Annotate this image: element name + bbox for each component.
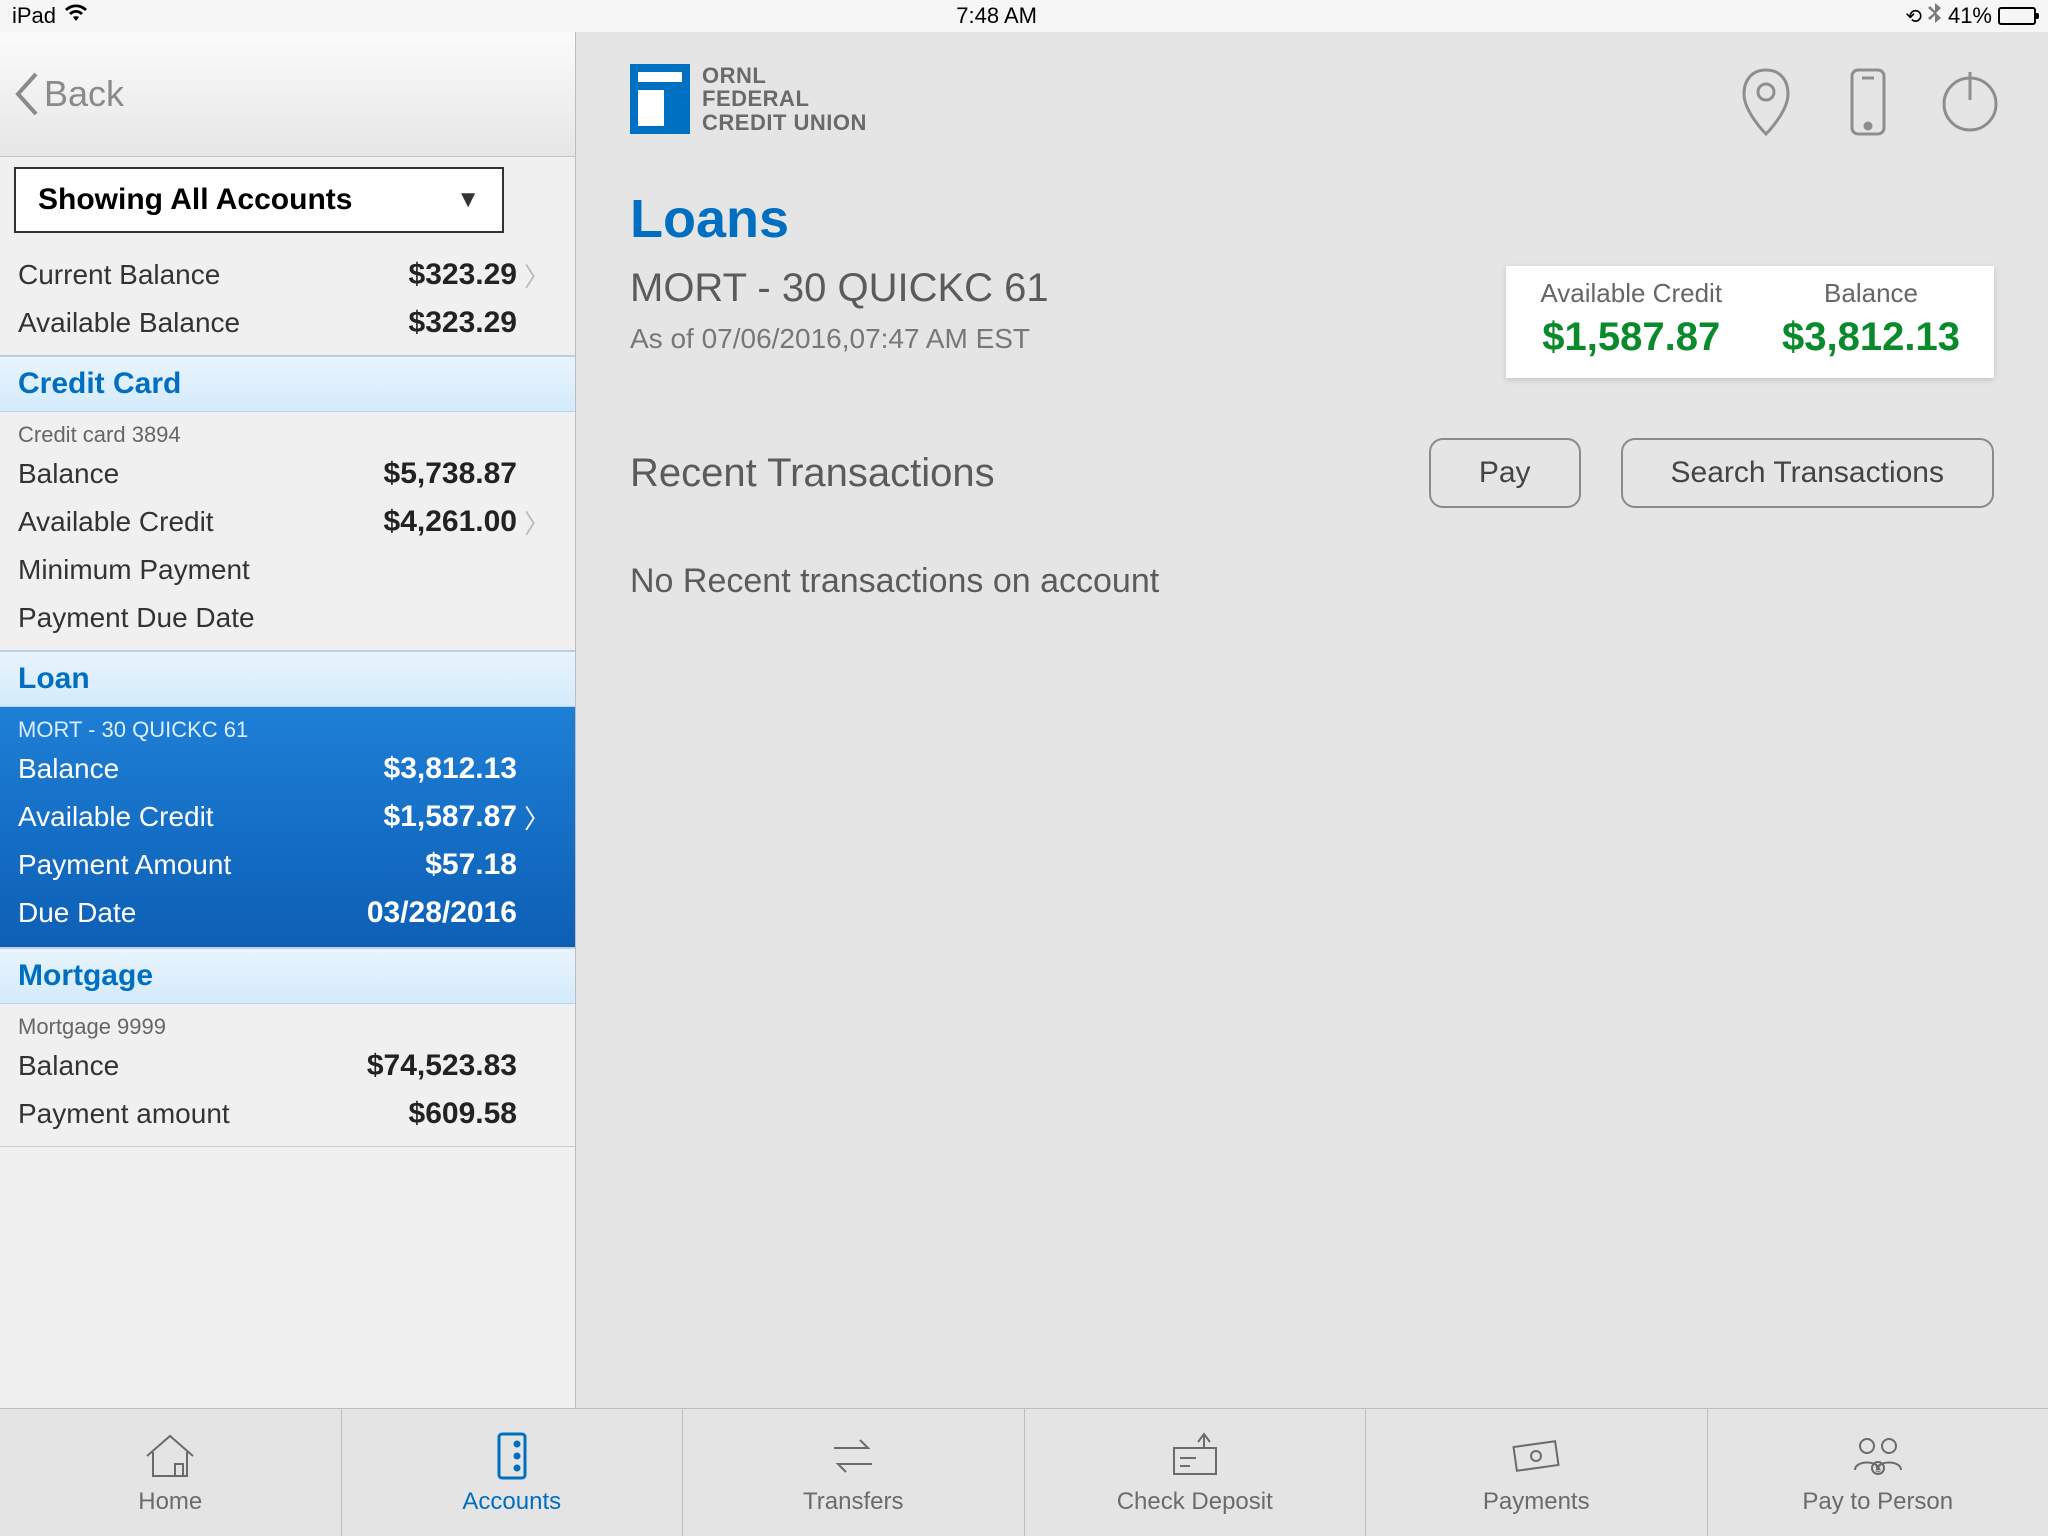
battery-percent: 41% bbox=[1948, 3, 1992, 29]
row-value: $323.29 bbox=[317, 306, 517, 340]
bottom-tab-bar: Home Accounts Transfers Check Deposit Pa… bbox=[0, 1408, 2048, 1536]
row-value: $4,261.00 bbox=[317, 505, 517, 539]
power-icon[interactable] bbox=[1942, 66, 1998, 138]
chevron-right-icon: 〉 bbox=[517, 799, 557, 836]
row-label: Current Balance bbox=[18, 260, 317, 291]
account-name: Mortgage 9999 bbox=[0, 1004, 575, 1042]
brand-line: ORNL bbox=[702, 64, 867, 87]
tab-label: Pay to Person bbox=[1802, 1488, 1953, 1516]
tab-check-deposit[interactable]: Check Deposit bbox=[1025, 1409, 1367, 1536]
row-label: Available Balance bbox=[18, 308, 317, 339]
account-name: MORT - 30 QUICKC 61 bbox=[630, 266, 1506, 311]
balance-label: Balance bbox=[1782, 278, 1960, 315]
account-card-loan[interactable]: MORT - 30 QUICKC 61 Balance$3,812.13 Ava… bbox=[0, 707, 575, 948]
available-credit-label: Available Credit bbox=[1540, 278, 1722, 315]
location-icon[interactable] bbox=[1738, 66, 1794, 138]
payments-icon bbox=[1507, 1430, 1565, 1482]
status-time: 7:48 AM bbox=[88, 3, 1905, 29]
balance-value: $3,812.13 bbox=[1782, 315, 1960, 360]
account-card-credit[interactable]: Credit card 3894 Balance$5,738.87 Availa… bbox=[0, 412, 575, 651]
section-header-mortgage: Mortgage bbox=[0, 948, 575, 1004]
check-deposit-icon bbox=[1166, 1430, 1224, 1482]
as-of-text: As of 07/06/2016,07:47 AM EST bbox=[630, 311, 1506, 355]
tab-home[interactable]: Home bbox=[0, 1409, 342, 1536]
bluetooth-icon bbox=[1928, 3, 1942, 29]
pay-to-person-icon: $ bbox=[1849, 1430, 1907, 1482]
row-value: $74,523.83 bbox=[317, 1049, 517, 1083]
logo-icon bbox=[630, 64, 690, 134]
row-label: Available Credit bbox=[18, 802, 317, 833]
row-value: $57.18 bbox=[317, 848, 517, 882]
home-icon bbox=[141, 1430, 199, 1482]
search-transactions-button[interactable]: Search Transactions bbox=[1621, 438, 1994, 508]
account-name: Credit card 3894 bbox=[0, 412, 575, 450]
account-card-mortgage[interactable]: Mortgage 9999 Balance$74,523.83 Payment … bbox=[0, 1004, 575, 1147]
tab-label: Transfers bbox=[803, 1488, 903, 1516]
transfers-icon bbox=[824, 1430, 882, 1482]
row-value: $1,587.87 bbox=[317, 800, 517, 834]
row-value: $3,812.13 bbox=[317, 752, 517, 786]
tab-label: Payments bbox=[1483, 1488, 1590, 1516]
filter-label: Showing All Accounts bbox=[38, 183, 352, 217]
status-bar: iPad 7:48 AM ⟲ 41% bbox=[0, 0, 2048, 32]
row-value: $609.58 bbox=[317, 1097, 517, 1131]
accounts-sidebar: Back Showing All Accounts ▼ Current Bala… bbox=[0, 32, 576, 1408]
account-name: MORT - 30 QUICKC 61 bbox=[0, 707, 575, 745]
caret-down-icon: ▼ bbox=[456, 186, 480, 214]
row-label: Payment amount bbox=[18, 1099, 317, 1130]
row-label: Balance bbox=[18, 459, 317, 490]
chevron-right-icon: 〉 bbox=[517, 504, 557, 541]
row-label: Minimum Payment bbox=[18, 555, 317, 586]
wifi-icon bbox=[64, 4, 88, 28]
row-value: 03/28/2016 bbox=[317, 896, 517, 930]
battery-icon bbox=[1998, 7, 2036, 25]
balance-card: Available Credit $1,587.87 Balance $3,81… bbox=[1506, 266, 1994, 378]
tab-accounts[interactable]: Accounts bbox=[342, 1409, 684, 1536]
section-header-loan: Loan bbox=[0, 651, 575, 707]
row-label: Balance bbox=[18, 1051, 317, 1082]
pay-button[interactable]: Pay bbox=[1429, 438, 1581, 508]
tab-transfers[interactable]: Transfers bbox=[683, 1409, 1025, 1536]
chevron-right-icon: 〉 bbox=[517, 257, 557, 294]
account-filter-select[interactable]: Showing All Accounts ▼ bbox=[14, 167, 504, 233]
tab-label: Check Deposit bbox=[1117, 1488, 1273, 1516]
row-label: Balance bbox=[18, 754, 317, 785]
tab-pay-to-person[interactable]: $ Pay to Person bbox=[1708, 1409, 2048, 1536]
tab-label: Home bbox=[138, 1488, 202, 1516]
row-label: Due Date bbox=[18, 898, 317, 929]
recent-transactions-title: Recent Transactions bbox=[630, 451, 1389, 496]
available-credit-value: $1,587.87 bbox=[1540, 315, 1722, 360]
main-panel: ORNL FEDERAL CREDIT UNION Loans bbox=[576, 32, 2048, 1408]
back-label: Back bbox=[44, 73, 124, 115]
row-label: Available Credit bbox=[18, 507, 317, 538]
empty-transactions-message: No Recent transactions on account bbox=[576, 508, 2048, 655]
row-label: Payment Amount bbox=[18, 850, 317, 881]
section-header-credit-card: Credit Card bbox=[0, 356, 575, 412]
account-summary-card[interactable]: Current Balance $323.29 〉 Available Bala… bbox=[0, 243, 575, 356]
brand-logo: ORNL FEDERAL CREDIT UNION bbox=[630, 52, 867, 134]
accounts-icon bbox=[483, 1430, 541, 1482]
device-label: iPad bbox=[12, 3, 56, 29]
page-title: Loans bbox=[630, 188, 1994, 250]
row-value: $5,738.87 bbox=[317, 457, 517, 491]
tab-payments[interactable]: Payments bbox=[1366, 1409, 1708, 1536]
tab-label: Accounts bbox=[462, 1488, 561, 1516]
brand-line: CREDIT UNION bbox=[702, 111, 867, 134]
row-value: $323.29 bbox=[317, 258, 517, 292]
row-label: Payment Due Date bbox=[18, 603, 317, 634]
brand-line: FEDERAL bbox=[702, 87, 867, 110]
back-button[interactable]: Back bbox=[14, 72, 124, 116]
orientation-lock-icon: ⟲ bbox=[1905, 4, 1922, 29]
mobile-icon[interactable] bbox=[1840, 66, 1896, 138]
svg-text:$: $ bbox=[1875, 1464, 1881, 1475]
